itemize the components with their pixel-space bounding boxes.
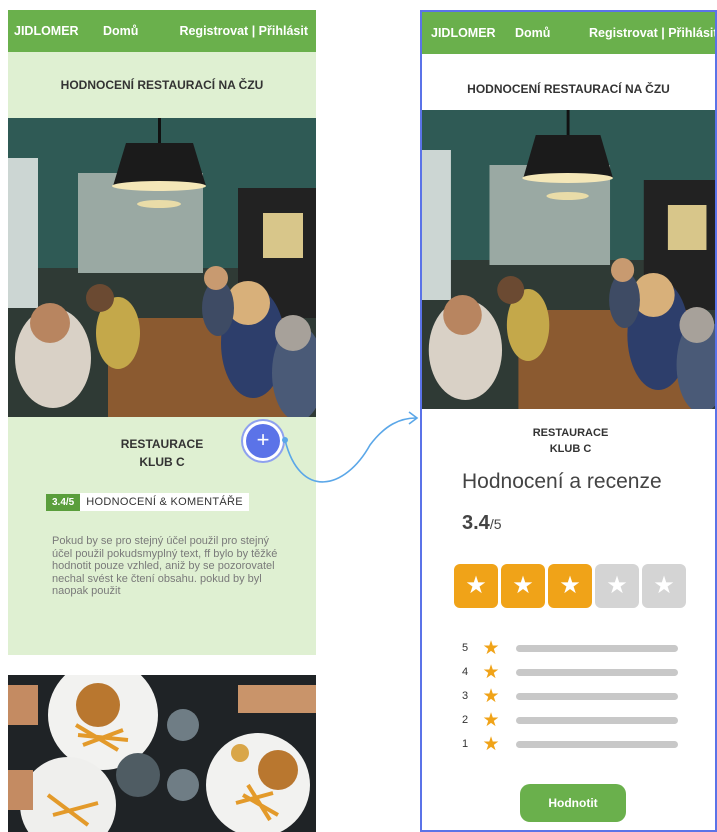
star-3-button[interactable]: ★ [548, 564, 592, 608]
rating-bar [516, 692, 678, 700]
brand-logo[interactable]: JIDLOMER [14, 24, 79, 38]
plus-icon: + [256, 427, 270, 452]
restaurant-photo-image [8, 118, 316, 417]
star-2-button[interactable]: ★ [501, 564, 545, 608]
rating-bar [516, 644, 678, 652]
rating-level: 2 [462, 714, 469, 726]
rating-level: 4 [462, 666, 469, 678]
star-icon: ★ [482, 661, 500, 683]
rating-distribution-row: 2 ★ [462, 709, 678, 731]
rating-level: 3 [462, 690, 469, 702]
top-nav: JIDLOMER Domů Registrovat | Přihlásit [422, 12, 715, 54]
restaurant-rating-screen: JIDLOMER Domů Registrovat | Přihlásit HO… [420, 10, 717, 832]
nav-home-link[interactable]: Domů [515, 26, 550, 40]
star-icon: ★ [482, 637, 500, 659]
score-row: 3.4/5 HODNOCENÍ & KOMENTÁŘE [46, 493, 249, 511]
food-photo-image [8, 675, 316, 832]
reviews-link[interactable]: HODNOCENÍ & KOMENTÁŘE [80, 493, 249, 511]
rating-distribution-row: 5 ★ [462, 637, 678, 659]
ratings-heading: Hodnocení a recenze [462, 470, 662, 493]
star-icon: ★ [559, 572, 581, 599]
restaurant-name-line1: RESTAURACE [532, 427, 609, 439]
star-icon: ★ [482, 709, 500, 731]
food-photo[interactable] [8, 675, 316, 832]
rating-bar [516, 668, 678, 676]
rating-level: 1 [462, 738, 469, 750]
top-nav: JIDLOMER Domů Registrovat | Přihlásit [8, 10, 316, 52]
page-title: HODNOCENÍ RESTAURACÍ NA ČZU [467, 82, 670, 96]
nav-home-link[interactable]: Domů [103, 24, 138, 38]
rating-bar [516, 740, 678, 748]
average-score: 3.4/5 [462, 512, 502, 535]
star-icon: ★ [482, 685, 500, 707]
rate-button[interactable]: Hodnotit [520, 784, 626, 822]
restaurant-photo[interactable] [8, 118, 316, 417]
rating-level: 5 [462, 642, 469, 654]
restaurant-name-line2: KLUB C [549, 443, 592, 455]
average-score-value: 3.4 [462, 512, 490, 534]
rating-distribution-row: 3 ★ [462, 685, 678, 707]
rating-bar [516, 716, 678, 724]
add-review-fab[interactable]: + [246, 424, 280, 458]
star-icon: ★ [606, 572, 628, 599]
rating-distribution-row: 1 ★ [462, 733, 678, 755]
page-title: HODNOCENÍ RESTAURACÍ NA ČZU [8, 52, 316, 118]
nav-auth-links[interactable]: Registrovat | Přihlásit [179, 24, 308, 38]
star-icon: ★ [653, 572, 675, 599]
average-score-max: /5 [489, 516, 502, 532]
score-badge: 3.4/5 [46, 493, 81, 511]
star-5-button[interactable]: ★ [642, 564, 686, 608]
restaurant-photo[interactable] [422, 110, 715, 409]
restaurant-photo-image [422, 110, 715, 409]
restaurant-description: Pokud by se pro stejný účel použil pro s… [52, 535, 278, 597]
brand-logo[interactable]: JIDLOMER [431, 26, 496, 40]
star-rating-input: ★ ★ ★ ★ ★ [454, 564, 686, 608]
rating-distribution-row: 4 ★ [462, 661, 678, 683]
star-1-button[interactable]: ★ [454, 564, 498, 608]
restaurant-name: RESTAURACE KLUB C [422, 425, 715, 457]
star-icon: ★ [465, 572, 487, 599]
star-icon: ★ [512, 572, 534, 599]
nav-auth-links[interactable]: Registrovat | Přihlásit [589, 26, 715, 40]
restaurant-list-screen: JIDLOMER Domů Registrovat | Přihlásit HO… [8, 10, 316, 832]
star-icon: ★ [482, 733, 500, 755]
star-4-button[interactable]: ★ [595, 564, 639, 608]
